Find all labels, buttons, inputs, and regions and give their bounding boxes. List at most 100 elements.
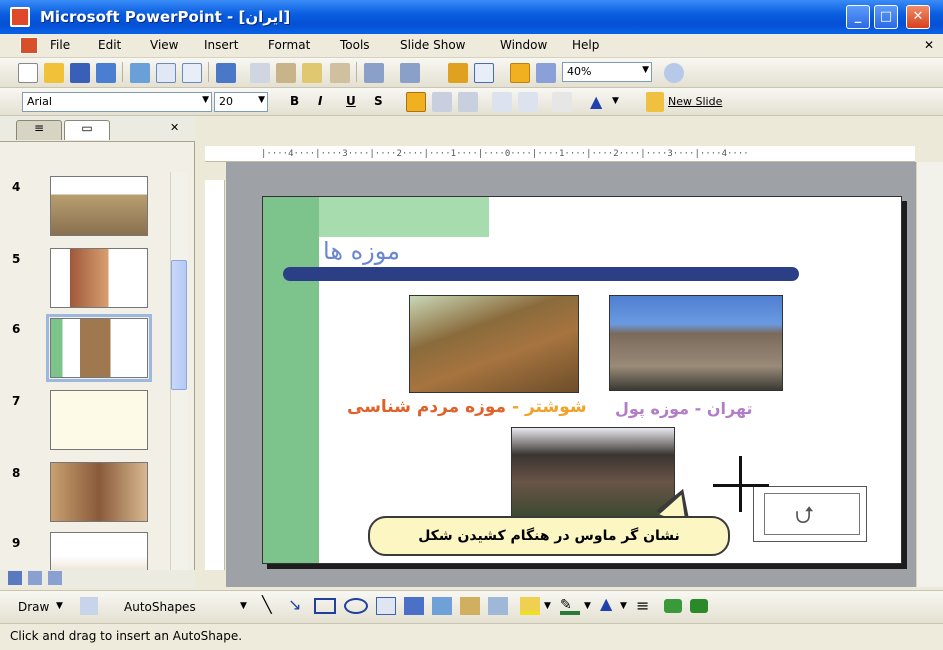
new-icon[interactable] [18,63,38,83]
new-slide-icon[interactable] [646,92,664,112]
email-icon[interactable] [130,63,150,83]
wordart-icon[interactable] [404,597,424,615]
menu-insert[interactable]: Insert [204,38,238,52]
menu-window[interactable]: Window [500,38,547,52]
pane-tabs: ≡ ▭ ✕ [0,116,195,142]
draw-font-color-icon[interactable]: ▲ [600,594,612,613]
slide-show-icon[interactable] [48,571,62,585]
spelling-icon[interactable] [216,63,236,83]
crosshair-cursor-vertical [739,456,742,512]
shadow-style-icon[interactable] [664,599,682,613]
underline-button[interactable]: U [346,94,356,108]
font-color-dropdown-icon[interactable]: ▼ [612,96,619,106]
format-painter-icon[interactable] [330,63,350,83]
formatting-toolbar: Arial ▼ 20 ▼ B I U S ▲ ▼ New Slide [0,88,943,116]
maximize-button[interactable]: □ [874,5,898,29]
autoshapes-dropdown-icon[interactable]: ▼ [240,601,247,611]
slide-sorter-view-icon[interactable] [28,571,42,585]
menu-edit[interactable]: Edit [98,38,121,52]
slide-thumbnail-8[interactable]: 8 [0,462,170,534]
copy-icon[interactable] [276,63,296,83]
align-right-icon[interactable] [458,92,478,112]
line-icon[interactable]: ╲ [262,595,272,614]
slide-thumbnail-6[interactable]: 6 [0,314,170,390]
caption-shushtar[interactable]: شوشتر - موزه مردم شناسی [347,397,587,417]
new-slide-button[interactable]: New Slide [668,95,722,108]
line-color-dropdown-icon[interactable]: ▼ [584,601,591,611]
redo-icon[interactable] [400,63,420,83]
fill-color-icon[interactable] [520,597,540,615]
draw-font-color-dropdown-icon[interactable]: ▼ [620,601,627,611]
insert-picture-icon[interactable] [488,597,508,615]
open-icon[interactable] [44,63,64,83]
minimize-button[interactable]: _ [846,5,870,29]
cut-icon[interactable] [250,63,270,83]
insert-table-icon[interactable] [474,63,494,83]
draw-dropdown-icon[interactable]: ▼ [56,601,63,611]
help-icon[interactable] [664,63,684,83]
select-objects-icon[interactable] [80,597,98,615]
menu-file[interactable]: File [50,38,70,52]
arrow-icon[interactable]: ↘ [288,595,301,614]
slides-scrollbar-thumb[interactable] [171,260,187,390]
print-preview-icon[interactable] [182,63,202,83]
clip-art-icon[interactable] [460,597,480,615]
vertical-scrollbar[interactable] [916,162,943,587]
save-icon[interactable] [70,63,90,83]
tab-outline[interactable]: ≡ [16,120,62,140]
center-icon[interactable] [432,92,452,112]
normal-view-icon[interactable] [8,571,22,585]
autoshapes-menu[interactable]: AutoShapes [124,600,196,614]
slide-thumbnail-4[interactable]: 4 [0,176,170,248]
shadow-button[interactable]: S [374,94,383,108]
paste-icon[interactable] [302,63,322,83]
menu-tools[interactable]: Tools [340,38,370,52]
museum-courtyard-photo[interactable] [511,427,675,519]
current-slide[interactable]: موزه ها شوشتر - موزه مردم شناسی تهران - … [262,196,902,564]
italic-button[interactable]: I [318,94,322,108]
zoom-select[interactable]: 40% ▼ [562,62,652,82]
rectangle-icon[interactable] [314,598,336,614]
font-color-icon[interactable]: ▲ [590,92,602,111]
close-document-icon[interactable]: ✕ [924,38,934,52]
align-left-icon[interactable] [406,92,426,112]
expand-all-icon[interactable] [536,63,556,83]
line-color-icon[interactable]: ✎ [560,597,580,615]
decrease-font-icon[interactable] [552,92,572,112]
print-icon[interactable] [156,63,176,83]
textbox-icon[interactable] [376,597,396,615]
numbering-icon[interactable] [492,92,512,112]
autoshape-placeholder[interactable]: ⮍ [753,486,867,542]
annotation-callout: نشان گر ماوس در هنگام کشیدن شکل [368,516,730,556]
document-icon[interactable] [20,37,38,54]
close-pane-icon[interactable]: ✕ [170,121,179,134]
shushtar-museum-photo[interactable] [409,295,579,393]
tab-slides[interactable]: ▭ [64,120,110,140]
permission-icon[interactable] [96,63,116,83]
bold-button[interactable]: B [290,94,299,108]
line-style-icon[interactable]: ≡ [636,596,649,615]
menu-view[interactable]: View [150,38,178,52]
bullets-icon[interactable] [518,92,538,112]
menu-format[interactable]: Format [268,38,310,52]
draw-menu[interactable]: Draw [18,600,49,614]
insert-chart-icon[interactable] [448,63,468,83]
caption-tehran[interactable]: تهران - موزه پول [615,399,753,418]
slide-thumbnail-9[interactable]: 9 [0,532,170,570]
slide-title[interactable]: موزه ها [323,237,400,265]
fill-color-dropdown-icon[interactable]: ▼ [544,601,551,611]
menu-help[interactable]: Help [572,38,599,52]
undo-icon[interactable] [364,63,384,83]
3d-style-icon[interactable] [690,599,708,613]
menu-slide-show[interactable]: Slide Show [400,38,465,52]
oval-icon[interactable] [344,598,368,614]
tehran-money-museum-photo[interactable] [609,295,783,391]
slide-thumbnail-7[interactable]: 7 [0,390,170,462]
font-size-select[interactable]: 20 ▼ [214,92,268,112]
close-button[interactable]: ✕ [906,5,930,29]
slide-thumbnail-5[interactable]: 5 [0,248,170,320]
color-grayscale-icon[interactable] [510,63,530,83]
font-name-select[interactable]: Arial ▼ [22,92,212,112]
powerpoint-app-icon[interactable] [10,7,30,27]
diagram-icon[interactable] [432,597,452,615]
